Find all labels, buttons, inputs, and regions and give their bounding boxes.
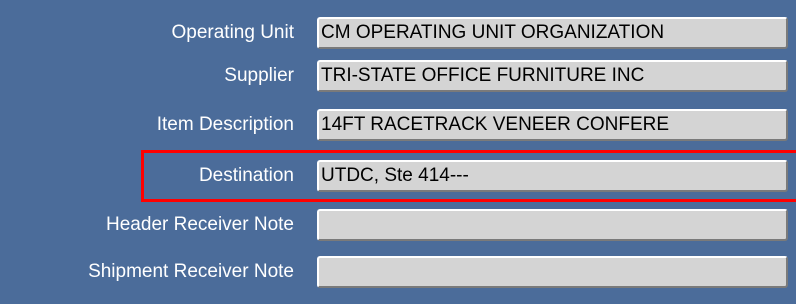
operating-unit-field[interactable]: CM OPERATING UNIT ORGANIZATION xyxy=(317,17,788,49)
destination-label: Destination xyxy=(198,165,294,186)
destination-row: Destination UTDC, Ste 414--- xyxy=(0,157,796,195)
item-description-value: 14FT RACETRACK VENEER CONFERE xyxy=(321,114,670,135)
supplier-label: Supplier xyxy=(224,65,294,86)
supplier-row: Supplier TRI-STATE OFFICE FURNITURE INC xyxy=(0,57,796,95)
supplier-value: TRI-STATE OFFICE FURNITURE INC xyxy=(321,65,645,86)
shipment-receiver-note-label: Shipment Receiver Note xyxy=(88,261,294,282)
item-description-label: Item Description xyxy=(156,114,294,135)
header-receiver-note-label: Header Receiver Note xyxy=(106,214,294,235)
item-description-row: Item Description 14FT RACETRACK VENEER C… xyxy=(0,106,796,144)
header-receiver-note-row: Header Receiver Note xyxy=(0,206,796,244)
supplier-field[interactable]: TRI-STATE OFFICE FURNITURE INC xyxy=(317,60,788,92)
operating-unit-row: Operating Unit CM OPERATING UNIT ORGANIZ… xyxy=(0,14,796,52)
shipment-receiver-note-row: Shipment Receiver Note xyxy=(0,253,796,291)
receipt-details-form: Operating Unit CM OPERATING UNIT ORGANIZ… xyxy=(0,0,796,304)
shipment-receiver-note-field[interactable] xyxy=(317,256,788,288)
header-receiver-note-field[interactable] xyxy=(317,209,788,241)
destination-field[interactable]: UTDC, Ste 414--- xyxy=(317,160,788,192)
item-description-field[interactable]: 14FT RACETRACK VENEER CONFERE xyxy=(317,109,788,141)
operating-unit-value: CM OPERATING UNIT ORGANIZATION xyxy=(321,22,665,43)
operating-unit-label: Operating Unit xyxy=(171,22,294,43)
destination-value: UTDC, Ste 414--- xyxy=(321,165,469,186)
